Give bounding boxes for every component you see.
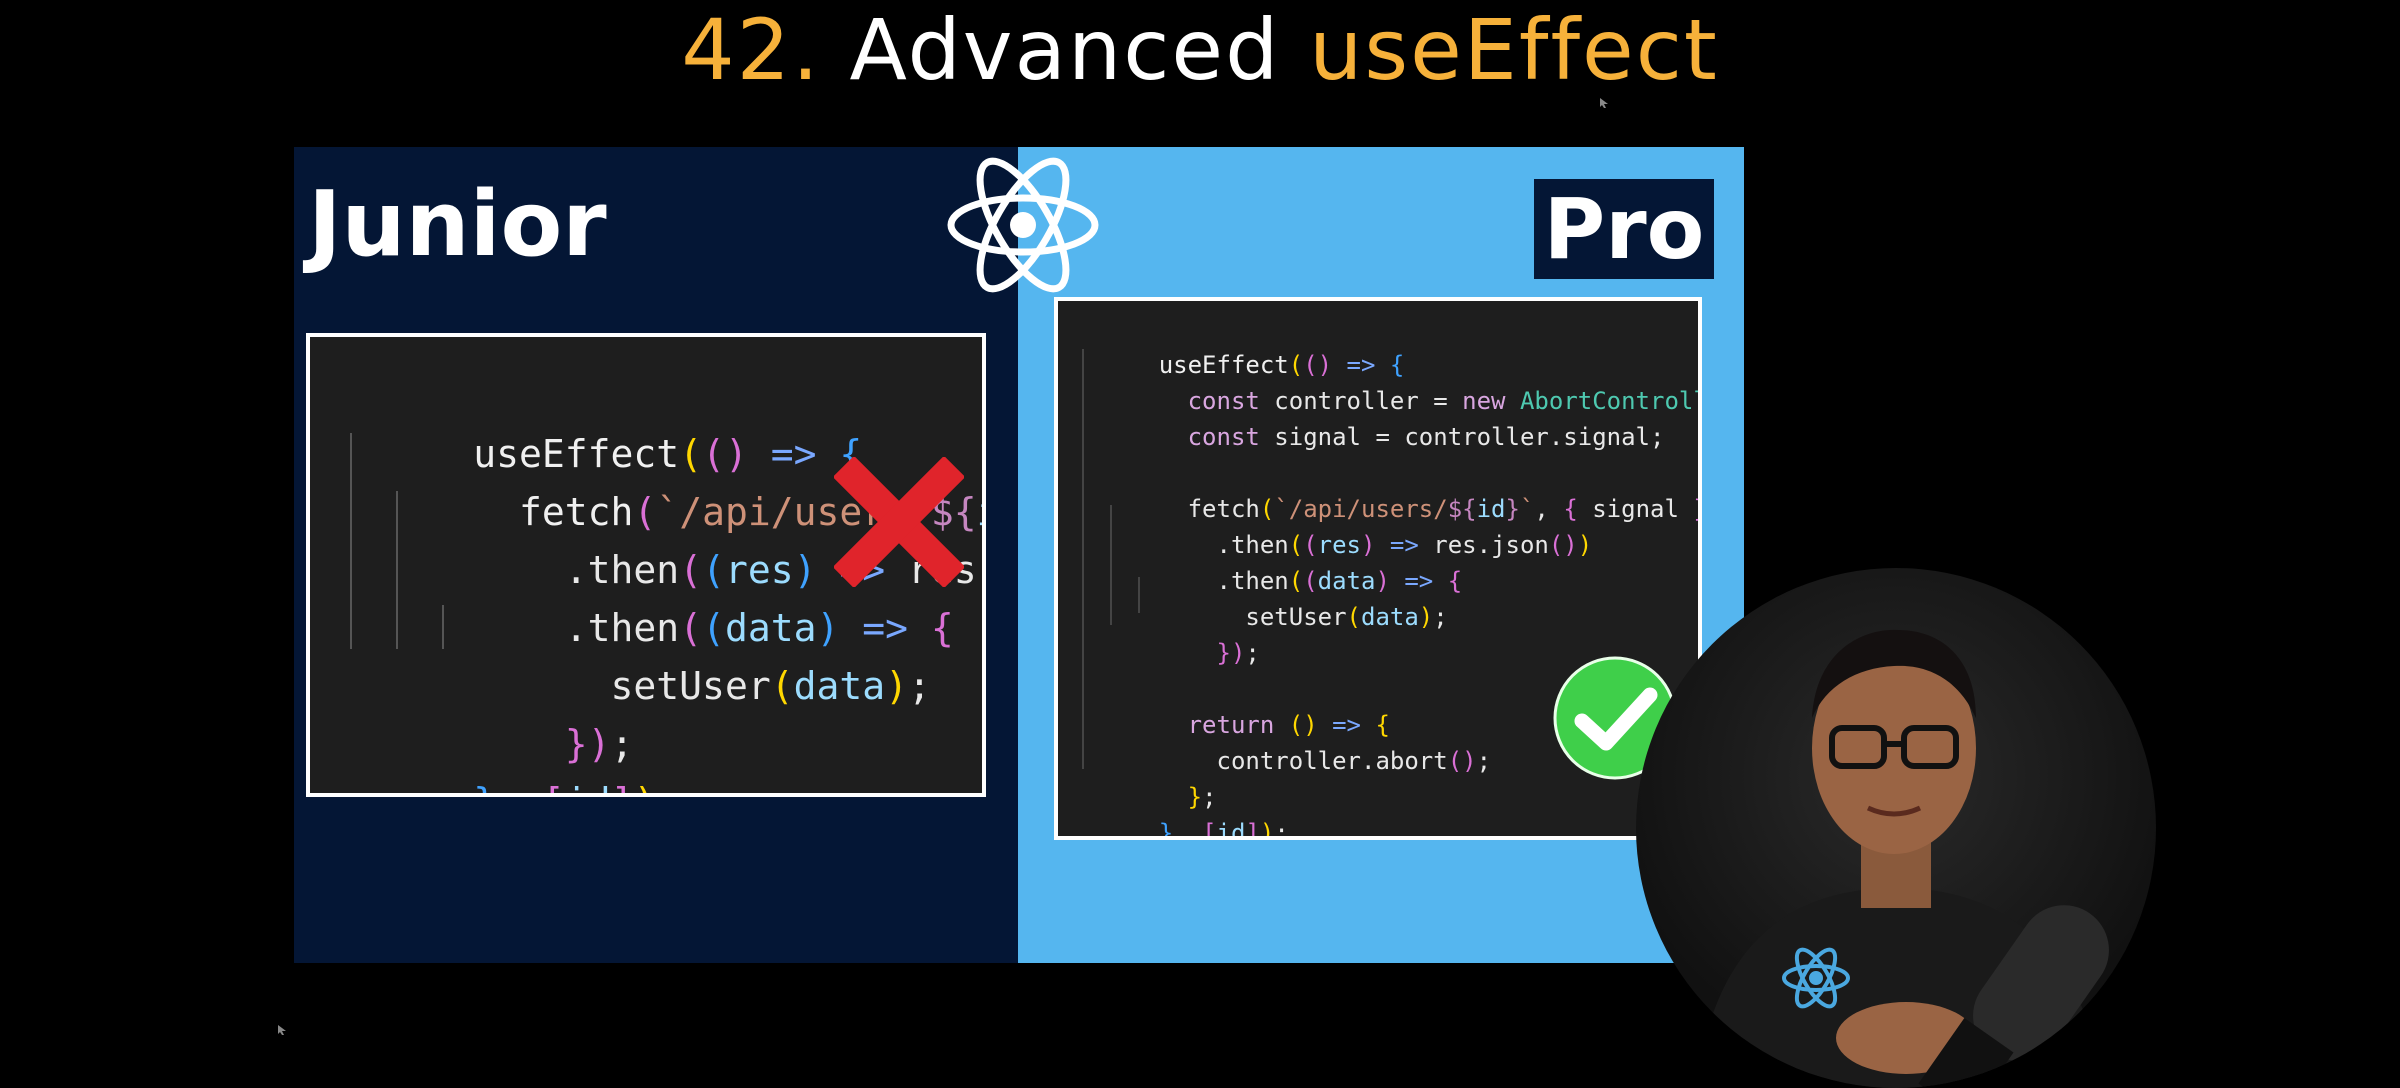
code-line: setUser(data); [473, 664, 931, 708]
presenter-illustration [1696, 629, 2109, 1088]
react-logo-icon [947, 157, 1099, 293]
code-line: const controller = new AbortController()… [1158, 387, 1698, 415]
code-line: fetch(`/api/users/${id}`, { signal }) [1158, 495, 1698, 523]
video-title: 42. Advanced useEffect [0, 8, 2400, 92]
code-line: }, [id]); [336, 715, 679, 793]
presenter-webcam [1636, 568, 2156, 1088]
code-line: .then((data) => { [1158, 567, 1463, 595]
code-line: }); [1158, 639, 1260, 667]
mouse-cursor-icon [278, 1025, 286, 1035]
code-line: return () => { [1158, 711, 1390, 739]
junior-label: Junior [308, 172, 607, 277]
mouse-cursor-icon [1600, 98, 1608, 108]
code-line: .then((res) => res.json()) [1158, 531, 1593, 559]
title-keyword: useEffect [1309, 1, 1719, 99]
title-word: Advanced [849, 1, 1281, 99]
pro-label: Pro [1534, 179, 1714, 279]
title-number: 42. [681, 1, 821, 99]
code-line: useEffect(() => { [1158, 351, 1405, 379]
x-mark-icon [834, 457, 964, 587]
code-line: const signal = controller.signal; [1158, 423, 1665, 451]
code-line: setUser(data); [1158, 603, 1448, 631]
code-line: }, [id]); [1158, 819, 1289, 840]
code-line: controller.abort(); [1158, 747, 1492, 775]
code-line: }; [1158, 783, 1217, 811]
code-line: }); [473, 722, 634, 766]
code-line: useEffect(() => { [473, 432, 863, 476]
comparison-slide: Junior Pro useEffect(() => { fetch(`/api… [294, 147, 1744, 963]
